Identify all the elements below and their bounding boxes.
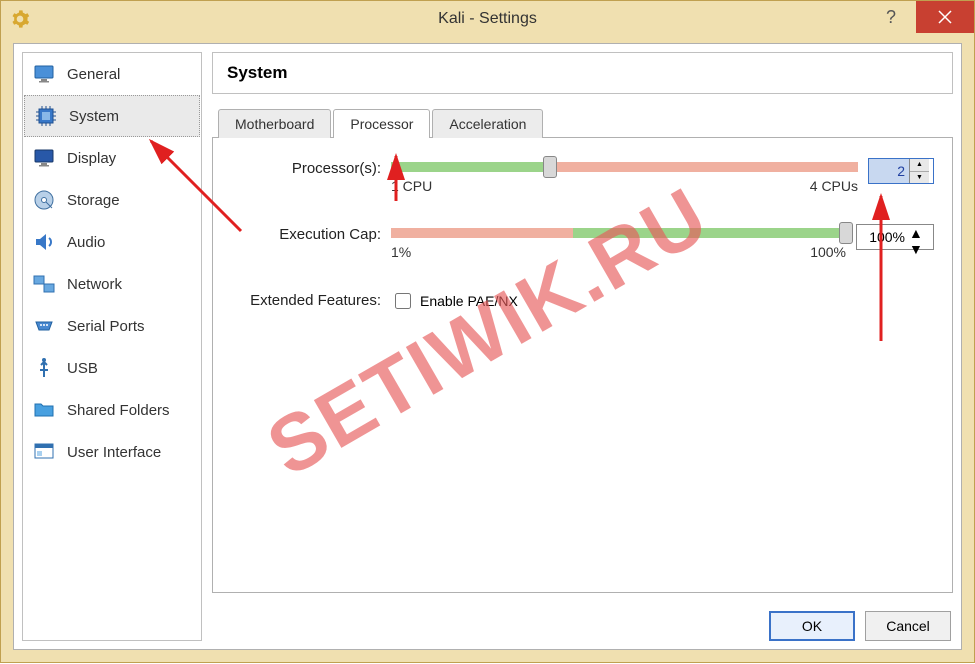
tab-processor[interactable]: Processor bbox=[333, 109, 430, 139]
main-panel: System Motherboard Processor Acceleratio… bbox=[212, 52, 953, 601]
spin-up-icon[interactable]: ▲ bbox=[909, 225, 923, 241]
exec-cap-value-input[interactable] bbox=[857, 225, 909, 249]
extended-features-label: Extended Features: bbox=[231, 290, 381, 309]
processors-label: Processor(s): bbox=[231, 158, 381, 177]
pae-label: Enable PAE/NX bbox=[420, 293, 518, 309]
cancel-button[interactable]: Cancel bbox=[865, 611, 951, 641]
tab-motherboard[interactable]: Motherboard bbox=[218, 109, 331, 138]
exec-cap-label: Execution Cap: bbox=[231, 224, 381, 243]
speaker-icon bbox=[31, 229, 57, 255]
exec-cap-spinner[interactable]: ▲ ▼ bbox=[856, 224, 934, 250]
sidebar-item-audio[interactable]: Audio bbox=[23, 221, 201, 263]
sidebar-item-network[interactable]: Network bbox=[23, 263, 201, 305]
spin-down-icon[interactable]: ▼ bbox=[909, 241, 923, 257]
sidebar-item-sharedfolders[interactable]: Shared Folders bbox=[23, 389, 201, 431]
processors-row: Processor(s): 1 CPU 4 CPUs bbox=[231, 158, 934, 194]
sidebar-item-serialports[interactable]: Serial Ports bbox=[23, 305, 201, 347]
extended-features-row: Extended Features: Enable PAE/NX bbox=[231, 290, 934, 312]
sidebar-item-label: User Interface bbox=[67, 444, 161, 461]
spin-down-icon[interactable]: ▼ bbox=[910, 172, 929, 184]
sidebar-item-label: Display bbox=[67, 150, 116, 167]
chip-icon bbox=[33, 103, 59, 129]
processors-slider[interactable]: 1 CPU 4 CPUs bbox=[391, 158, 858, 194]
close-button[interactable] bbox=[916, 1, 974, 33]
tabstrip: Motherboard Processor Acceleration bbox=[212, 108, 953, 138]
content-area: General System Display Storage Audio Net… bbox=[13, 43, 962, 650]
pae-checkbox[interactable] bbox=[395, 293, 411, 309]
sidebar-item-label: System bbox=[69, 108, 119, 125]
button-bar: OK Cancel bbox=[769, 611, 951, 641]
ok-button[interactable]: OK bbox=[769, 611, 855, 641]
exec-cap-row: Execution Cap: 1% 100% bbox=[231, 224, 934, 260]
titlebar: Kali - Settings ? bbox=[1, 1, 974, 37]
sidebar-item-label: Shared Folders bbox=[67, 402, 170, 419]
sidebar-item-label: General bbox=[67, 66, 120, 83]
ui-icon bbox=[31, 439, 57, 465]
tab-body: Processor(s): 1 CPU 4 CPUs bbox=[212, 138, 953, 593]
sidebar-item-label: Network bbox=[67, 276, 122, 293]
tab-acceleration[interactable]: Acceleration bbox=[432, 109, 543, 138]
usb-icon bbox=[31, 355, 57, 381]
exec-cap-slider-thumb[interactable] bbox=[839, 222, 853, 244]
network-icon bbox=[31, 271, 57, 297]
monitor-icon bbox=[31, 61, 57, 87]
spin-up-icon[interactable]: ▲ bbox=[910, 159, 929, 172]
serial-icon bbox=[31, 313, 57, 339]
sidebar-item-label: USB bbox=[67, 360, 98, 377]
page-title: System bbox=[212, 52, 953, 94]
processors-slider-thumb[interactable] bbox=[543, 156, 557, 178]
folder-icon bbox=[31, 397, 57, 423]
settings-window: Kali - Settings ? General System Display bbox=[0, 0, 975, 663]
gear-icon bbox=[9, 8, 31, 30]
sidebar-item-label: Storage bbox=[67, 192, 120, 209]
sidebar-item-usb[interactable]: USB bbox=[23, 347, 201, 389]
exec-cap-min-label: 1% bbox=[391, 244, 411, 260]
help-button[interactable]: ? bbox=[866, 1, 916, 33]
sidebar-item-label: Audio bbox=[67, 234, 105, 251]
processors-max-label: 4 CPUs bbox=[810, 178, 858, 194]
sidebar-item-storage[interactable]: Storage bbox=[23, 179, 201, 221]
exec-cap-max-label: 100% bbox=[810, 244, 846, 260]
exec-cap-slider[interactable]: 1% 100% bbox=[391, 224, 846, 260]
sidebar: General System Display Storage Audio Net… bbox=[22, 52, 202, 641]
window-title: Kali - Settings bbox=[1, 10, 974, 28]
disk-icon bbox=[31, 187, 57, 213]
processors-min-label: 1 CPU bbox=[391, 178, 432, 194]
processors-spinner[interactable]: ▲ ▼ bbox=[868, 158, 934, 184]
sidebar-item-label: Serial Ports bbox=[67, 318, 145, 335]
sidebar-item-system[interactable]: System bbox=[24, 95, 200, 137]
sidebar-item-userinterface[interactable]: User Interface bbox=[23, 431, 201, 473]
display-icon bbox=[31, 145, 57, 171]
sidebar-item-display[interactable]: Display bbox=[23, 137, 201, 179]
processors-value-input[interactable] bbox=[869, 159, 909, 183]
sidebar-item-general[interactable]: General bbox=[23, 53, 201, 95]
